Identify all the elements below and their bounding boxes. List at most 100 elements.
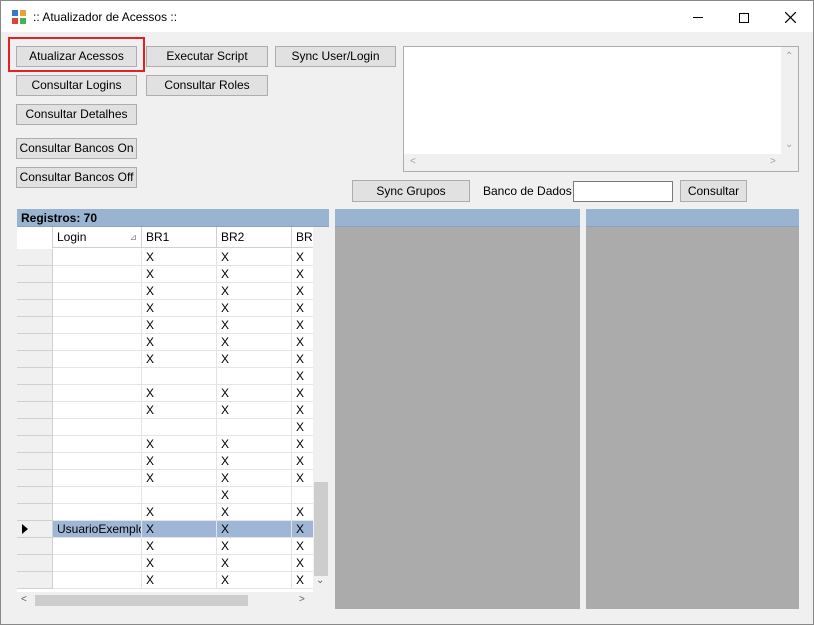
cell-login[interactable]	[53, 249, 142, 266]
log-vertical-scrollbar[interactable]: ⌃ ⌄	[781, 47, 798, 155]
table-row[interactable]: XXX	[17, 317, 313, 334]
minimize-button[interactable]	[675, 1, 721, 32]
cell-br1[interactable]: X	[142, 334, 217, 351]
cell-login[interactable]	[53, 504, 142, 521]
scroll-up-icon[interactable]: ⌃	[785, 51, 793, 62]
table-row[interactable]: XXX	[17, 436, 313, 453]
table-row[interactable]: XXX	[17, 334, 313, 351]
column-header-br3[interactable]: BR	[292, 227, 313, 248]
cell-br2[interactable]: X	[217, 555, 292, 572]
row-header[interactable]	[17, 334, 53, 351]
row-header[interactable]	[17, 538, 53, 555]
cell-br3[interactable]: X	[292, 521, 313, 538]
table-row[interactable]: XXX	[17, 283, 313, 300]
cell-br2[interactable]: X	[217, 538, 292, 555]
cell-br3[interactable]: X	[292, 334, 313, 351]
cell-login[interactable]	[53, 368, 142, 385]
scroll-down-icon[interactable]: ⌄	[785, 139, 793, 150]
grid-horizontal-scrollbar[interactable]: < >	[17, 592, 313, 609]
cell-br3[interactable]: X	[292, 538, 313, 555]
row-header[interactable]	[17, 351, 53, 368]
cell-br2[interactable]: X	[217, 572, 292, 589]
row-header[interactable]	[17, 249, 53, 266]
cell-login[interactable]	[53, 402, 142, 419]
row-header[interactable]	[17, 368, 53, 385]
cell-br1[interactable]: X	[142, 300, 217, 317]
consultar-detalhes-button[interactable]: Consultar Detalhes	[16, 104, 137, 125]
cell-br1[interactable]: X	[142, 351, 217, 368]
cell-br1[interactable]	[142, 368, 217, 385]
cell-br3[interactable]: X	[292, 249, 313, 266]
cell-br3[interactable]: X	[292, 572, 313, 589]
cell-login[interactable]	[53, 419, 142, 436]
executar-script-button[interactable]: Executar Script	[146, 46, 268, 67]
cell-login[interactable]	[53, 555, 142, 572]
row-header[interactable]	[17, 283, 53, 300]
cell-br3[interactable]: X	[292, 470, 313, 487]
cell-br1[interactable]: X	[142, 266, 217, 283]
table-row[interactable]: XXX	[17, 504, 313, 521]
cell-login[interactable]	[53, 487, 142, 504]
sync-grupos-button[interactable]: Sync Grupos	[352, 180, 470, 202]
cell-br2[interactable]: X	[217, 351, 292, 368]
row-header[interactable]	[17, 470, 53, 487]
row-header[interactable]	[17, 402, 53, 419]
cell-br2[interactable]: X	[217, 453, 292, 470]
column-header-br1[interactable]: BR1	[142, 227, 217, 248]
cell-br3[interactable]: X	[292, 266, 313, 283]
cell-br1[interactable]: X	[142, 436, 217, 453]
cell-br2[interactable]: X	[217, 436, 292, 453]
cell-br1[interactable]	[142, 419, 217, 436]
cell-br3[interactable]: X	[292, 283, 313, 300]
row-header[interactable]	[17, 266, 53, 283]
cell-br1[interactable]: X	[142, 504, 217, 521]
table-row[interactable]: XXX	[17, 300, 313, 317]
table-row[interactable]: UsuarioExemplo X X X	[17, 521, 313, 538]
table-row[interactable]: XXX	[17, 351, 313, 368]
cell-br2[interactable]: X	[217, 504, 292, 521]
maximize-button[interactable]	[721, 1, 767, 32]
row-header[interactable]	[17, 385, 53, 402]
cell-br1[interactable]: X	[142, 538, 217, 555]
cell-br2[interactable]: X	[217, 470, 292, 487]
cell-login[interactable]	[53, 351, 142, 368]
cell-br1[interactable]: X	[142, 385, 217, 402]
close-button[interactable]	[767, 1, 813, 32]
logins-grid[interactable]: Login ⊿ BR1 BR2 BR XXXXXXXXXXXXXXXXXXXXX…	[17, 227, 313, 592]
table-row[interactable]: XXX	[17, 402, 313, 419]
row-header[interactable]	[17, 504, 53, 521]
table-row[interactable]: XXX	[17, 555, 313, 572]
table-row[interactable]: XXX	[17, 249, 313, 266]
cell-br2[interactable]: X	[217, 334, 292, 351]
atualizar-acessos-button[interactable]: Atualizar Acessos	[16, 46, 137, 67]
cell-login[interactable]	[53, 453, 142, 470]
table-row[interactable]: XXX	[17, 453, 313, 470]
cell-br1[interactable]: X	[142, 249, 217, 266]
row-header[interactable]	[17, 317, 53, 334]
cell-br2[interactable]: X	[217, 402, 292, 419]
cell-br3[interactable]	[292, 487, 313, 504]
cell-br1[interactable]	[142, 487, 217, 504]
cell-login[interactable]	[53, 317, 142, 334]
consultar-logins-button[interactable]: Consultar Logins	[16, 75, 137, 96]
table-row[interactable]: X	[17, 419, 313, 436]
cell-br1[interactable]: X	[142, 572, 217, 589]
row-header[interactable]	[17, 436, 53, 453]
scroll-down-icon[interactable]: ⌄	[316, 575, 324, 586]
cell-login[interactable]	[53, 385, 142, 402]
log-textarea[interactable]: ⌃ ⌄ < >	[403, 46, 799, 172]
cell-login[interactable]	[53, 470, 142, 487]
cell-login[interactable]	[53, 572, 142, 589]
cell-login[interactable]	[53, 538, 142, 555]
cell-login[interactable]	[53, 283, 142, 300]
consultar-button[interactable]: Consultar	[680, 180, 747, 202]
row-header[interactable]	[17, 521, 53, 538]
table-row[interactable]: X	[17, 368, 313, 385]
cell-br3[interactable]: X	[292, 351, 313, 368]
cell-br2[interactable]: X	[217, 385, 292, 402]
cell-login[interactable]	[53, 436, 142, 453]
cell-br3[interactable]: X	[292, 402, 313, 419]
cell-br3[interactable]: X	[292, 453, 313, 470]
scroll-right-icon[interactable]: >	[299, 594, 305, 605]
cell-br3[interactable]: X	[292, 385, 313, 402]
